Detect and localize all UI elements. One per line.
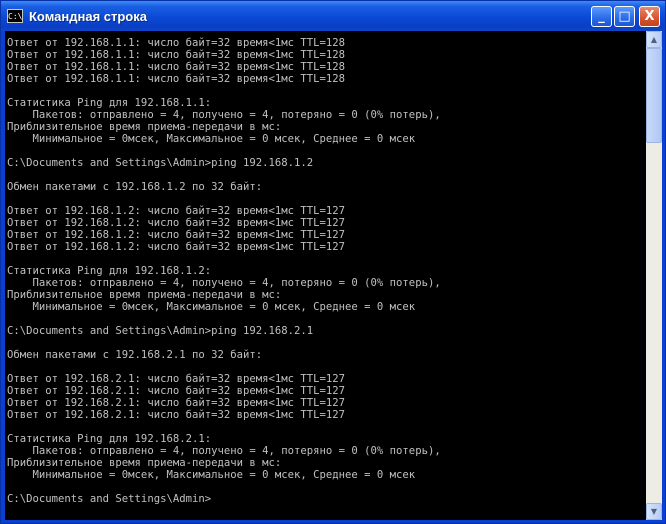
- console-line: Приблизительное время приема-передачи в …: [7, 289, 282, 301]
- console-line: Ответ от 192.168.1.2: число байт=32 врем…: [7, 241, 346, 253]
- console-line: C:\Documents and Settings\Admin>: [7, 493, 212, 505]
- maximize-button[interactable]: □: [614, 6, 635, 27]
- console-window: C:\ Командная строка _ □ X Ответ от 192.…: [0, 0, 666, 524]
- console-line: Минимальное = 0мсек, Максимальное = 0 мс…: [7, 133, 416, 145]
- scroll-down-button[interactable]: ▼: [646, 503, 662, 520]
- console-line: Пакетов: отправлено = 4, получено = 4, п…: [7, 109, 441, 121]
- console-line: Пакетов: отправлено = 4, получено = 4, п…: [7, 445, 441, 457]
- scroll-thumb[interactable]: [646, 48, 662, 143]
- console-line: Статистика Ping для 192.168.1.2:: [7, 265, 212, 277]
- console-line: Ответ от 192.168.2.1: число байт=32 врем…: [7, 397, 346, 409]
- window-controls: _ □ X: [591, 6, 660, 27]
- console-output-area[interactable]: Ответ от 192.168.1.1: число байт=32 врем…: [5, 31, 646, 520]
- console-line: Ответ от 192.168.1.1: число байт=32 врем…: [7, 49, 346, 61]
- console-line: Минимальное = 0мсек, Максимальное = 0 мс…: [7, 301, 416, 313]
- console-line: Ответ от 192.168.2.1: число байт=32 врем…: [7, 373, 346, 385]
- console-line: C:\Documents and Settings\Admin>ping 192…: [7, 325, 314, 337]
- console-line: Обмен пакетами с 192.168.2.1 по 32 байт:: [7, 349, 263, 361]
- console-line: Статистика Ping для 192.168.1.1:: [7, 97, 212, 109]
- console-line: Ответ от 192.168.1.2: число байт=32 врем…: [7, 205, 346, 217]
- console-line: Ответ от 192.168.1.2: число байт=32 врем…: [7, 217, 346, 229]
- console-line: Ответ от 192.168.1.1: число байт=32 врем…: [7, 37, 346, 49]
- console-line: Статистика Ping для 192.168.2.1:: [7, 433, 212, 445]
- minimize-button[interactable]: _: [591, 6, 612, 27]
- scroll-track[interactable]: [646, 48, 662, 503]
- console-line: Приблизительное время приема-передачи в …: [7, 121, 282, 133]
- vertical-scrollbar[interactable]: ▲ ▼: [646, 31, 662, 520]
- scroll-up-button[interactable]: ▲: [646, 31, 662, 48]
- console-line: Ответ от 192.168.1.1: число байт=32 врем…: [7, 73, 346, 85]
- console-line: Ответ от 192.168.1.2: число байт=32 врем…: [7, 229, 346, 241]
- command-prompt-icon[interactable]: C:\: [7, 9, 23, 23]
- console-line: Ответ от 192.168.1.1: число байт=32 врем…: [7, 61, 346, 73]
- console-text: Ответ от 192.168.1.1: число байт=32 врем…: [5, 31, 646, 505]
- close-button[interactable]: X: [639, 6, 660, 27]
- console-line: Ответ от 192.168.2.1: число байт=32 врем…: [7, 409, 346, 421]
- window-title: Командная строка: [29, 8, 147, 24]
- console-line: Пакетов: отправлено = 4, получено = 4, п…: [7, 277, 441, 289]
- console-line: Минимальное = 0мсек, Максимальное = 0 мс…: [7, 469, 416, 481]
- console-line: C:\Documents and Settings\Admin>ping 192…: [7, 157, 314, 169]
- console-line: Ответ от 192.168.2.1: число байт=32 врем…: [7, 385, 346, 397]
- title-bar[interactable]: C:\ Командная строка _ □ X: [1, 1, 665, 31]
- console-line: Обмен пакетами с 192.168.1.2 по 32 байт:: [7, 181, 263, 193]
- console-line: Приблизительное время приема-передачи в …: [7, 457, 282, 469]
